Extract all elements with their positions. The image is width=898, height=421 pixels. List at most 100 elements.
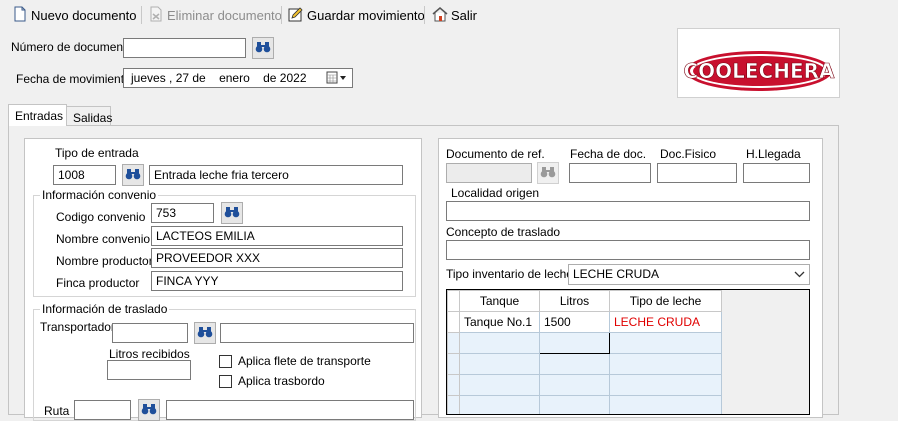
liters-cell[interactable]	[539, 395, 610, 414]
milk-type-cell[interactable]	[609, 332, 722, 354]
origin-label: Localidad origen	[451, 186, 540, 200]
arrival-time-input[interactable]	[743, 163, 810, 183]
farm-label: Finca productor	[56, 276, 140, 290]
liters-cell[interactable]	[539, 374, 610, 396]
new-document-button[interactable]: Nuevo documento	[12, 5, 137, 25]
document-number-input[interactable]	[123, 38, 246, 58]
entry-type-code-input[interactable]: 1008	[53, 165, 116, 185]
delete-document-button[interactable]: Eliminar documento	[148, 5, 282, 25]
agreement-group-title: Información convenio	[40, 188, 159, 202]
agreement-name-input[interactable]: LACTEOS EMILIA	[151, 226, 403, 246]
column-header-litros[interactable]: Litros	[539, 290, 610, 312]
table-row[interactable]: Tanque No.1 1500 LECHE CRUDA	[447, 311, 722, 333]
transfer-checkbox[interactable]	[219, 375, 232, 388]
row-header	[447, 395, 460, 414]
row-header	[447, 353, 460, 375]
column-header-tanque[interactable]: Tanque	[459, 290, 540, 312]
inventory-type-label: Tipo inventario de leche	[446, 267, 573, 281]
doc-physical-label: Doc.Fisico	[660, 147, 717, 161]
row-header	[447, 374, 460, 396]
milk-type-cell[interactable]: LECHE CRUDA	[609, 311, 722, 333]
arrival-time-label: H.Llegada	[746, 147, 801, 161]
entry-type-search-button[interactable]	[122, 164, 144, 186]
liters-cell-selected[interactable]	[539, 332, 610, 354]
company-logo: COOLECHERA	[677, 28, 840, 98]
binoculars-icon	[540, 165, 556, 182]
table-row[interactable]	[447, 374, 722, 396]
table-row[interactable]	[447, 395, 722, 414]
document-number-label: Número de documento	[11, 40, 134, 54]
route-code-input[interactable]	[74, 400, 131, 420]
binoculars-icon	[125, 167, 141, 184]
table-row[interactable]	[447, 332, 722, 354]
document-search-button[interactable]	[252, 37, 274, 59]
tab-entradas[interactable]: Entradas	[8, 104, 67, 126]
tank-table: Tanque Litros Tipo de leche Tanque No.1 …	[447, 290, 722, 414]
tank-cell[interactable]	[459, 353, 540, 375]
origin-input[interactable]	[446, 201, 810, 221]
producer-name-input[interactable]: PROVEEDOR XXX	[151, 248, 403, 268]
doc-ref-search-button[interactable]	[537, 162, 559, 184]
date-month: enero	[219, 71, 250, 85]
concept-input[interactable]	[446, 240, 810, 260]
farm-input[interactable]: FINCA YYY	[151, 271, 403, 291]
toolbar-separator	[141, 6, 142, 24]
tank-grid[interactable]: Tanque Litros Tipo de leche Tanque No.1 …	[446, 289, 810, 415]
milk-type-cell[interactable]	[609, 395, 722, 414]
delete-document-label: Eliminar documento	[167, 7, 282, 23]
freight-label: Aplica flete de transporte	[238, 354, 371, 368]
binoculars-icon	[255, 40, 271, 57]
movement-date-picker[interactable]: jueves , 27 de enero de 2022	[123, 68, 353, 88]
transporter-search-button[interactable]	[194, 322, 216, 344]
freight-checkbox[interactable]	[219, 355, 232, 368]
doc-ref-input[interactable]	[446, 163, 532, 183]
tank-cell[interactable]	[459, 332, 540, 354]
date-weekday: jueves	[131, 71, 166, 85]
doc-date-input[interactable]	[569, 163, 651, 183]
concept-label: Concepto de traslado	[446, 225, 561, 239]
save-movement-label: Guardar movimiento	[307, 7, 425, 23]
document-icon	[12, 6, 28, 25]
exit-button[interactable]: Salir	[432, 5, 477, 25]
inventory-type-value: LECHE CRUDA	[573, 267, 660, 281]
tank-cell[interactable]	[459, 374, 540, 396]
tab-salidas[interactable]: Salidas	[66, 106, 113, 125]
binoculars-icon	[141, 402, 157, 419]
chevron-down-icon	[794, 268, 805, 284]
entry-type-description: Entrada leche fria tercero	[149, 165, 403, 185]
transporter-name-input[interactable]	[220, 323, 414, 343]
liters-cell[interactable]	[539, 353, 610, 375]
transfer-group-title: Información de traslado	[40, 302, 170, 316]
exit-label: Salir	[451, 7, 478, 23]
tab-salidas-label: Salidas	[73, 111, 113, 125]
route-name-input[interactable]	[166, 400, 414, 420]
calendar-dropdown-icon[interactable]	[326, 71, 348, 87]
home-icon	[432, 6, 448, 25]
liters-cell[interactable]: 1500	[539, 311, 610, 333]
route-search-button[interactable]	[138, 399, 160, 421]
save-movement-button[interactable]: Guardar movimiento	[288, 5, 425, 25]
doc-physical-input[interactable]	[657, 163, 737, 183]
milk-type-cell[interactable]	[609, 353, 722, 375]
agreement-code-label: Codigo convenio	[56, 210, 146, 224]
agreement-code-input[interactable]: 753	[151, 203, 214, 223]
tank-cell[interactable]: Tanque No.1	[459, 311, 540, 333]
inventory-type-select[interactable]: LECHE CRUDA	[568, 264, 810, 285]
toolbar-separator	[424, 6, 425, 24]
agreement-search-button[interactable]	[221, 202, 243, 224]
agreement-group: Información convenio Codigo convenio 753…	[33, 188, 416, 297]
delete-document-icon	[148, 6, 164, 25]
row-header-corner	[447, 290, 460, 312]
tab-entradas-label: Entradas	[15, 109, 64, 123]
column-header-tipo[interactable]: Tipo de leche	[609, 290, 722, 312]
table-row[interactable]	[447, 353, 722, 375]
transfer-checkbox-label: Aplica trasbordo	[238, 374, 325, 388]
milk-type-cell[interactable]	[609, 374, 722, 396]
liters-received-input[interactable]	[107, 360, 191, 380]
binoculars-icon	[197, 325, 213, 342]
tank-cell[interactable]	[459, 395, 540, 414]
row-header	[447, 332, 460, 354]
doc-date-label: Fecha de doc.	[570, 147, 647, 161]
reference-panel: Documento de ref. Fecha de doc. Doc.Fisi…	[438, 138, 823, 418]
transporter-code-input[interactable]	[112, 323, 188, 343]
